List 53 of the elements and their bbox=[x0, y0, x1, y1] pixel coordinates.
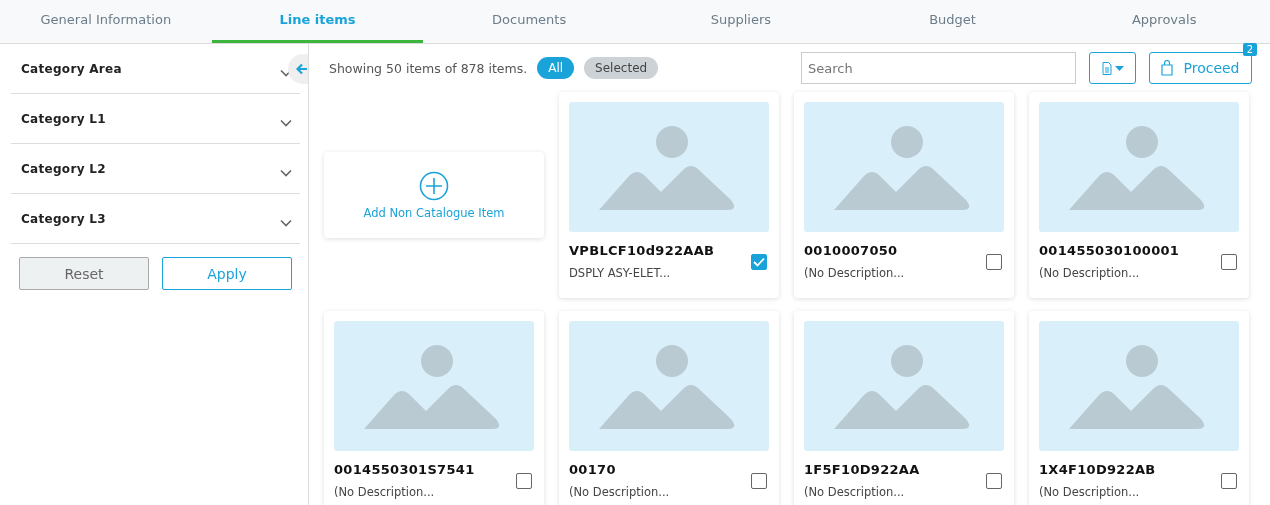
item-card[interactable]: 0010007050 (No Description... bbox=[794, 92, 1014, 298]
collapse-button[interactable] bbox=[288, 54, 308, 84]
checkbox[interactable] bbox=[986, 253, 1002, 270]
item-card[interactable]: 1X4F10D922AB (No Description... bbox=[1029, 311, 1249, 505]
chevron-down-icon[interactable] bbox=[280, 118, 292, 127]
item-code: 0014550301S7541 bbox=[334, 462, 475, 477]
item-card[interactable]: 0014550301S7541 (No Description... bbox=[324, 311, 544, 505]
item-code: 1X4F10D922AB bbox=[1039, 462, 1156, 477]
item-description: (No Description... bbox=[1039, 485, 1141, 499]
checkbox[interactable] bbox=[1221, 472, 1237, 489]
item-description: (No Description... bbox=[804, 266, 905, 280]
item-description: (No Description... bbox=[334, 485, 436, 499]
tab[interactable]: Budget bbox=[846, 0, 1059, 43]
caret-icon bbox=[1114, 65, 1124, 71]
filter-label[interactable]: Category Area bbox=[21, 61, 122, 76]
item-code: 1F5F10D922AA bbox=[804, 462, 920, 477]
tab[interactable]: Approvals bbox=[1058, 0, 1270, 43]
checkbox[interactable] bbox=[516, 472, 532, 489]
item-code: 001455030100001 bbox=[1039, 243, 1180, 258]
tab[interactable]: Documents bbox=[423, 0, 635, 43]
plus-circle-icon bbox=[419, 170, 449, 201]
filter-pill[interactable]: Selected bbox=[584, 57, 659, 79]
filter-label[interactable]: Category L2 bbox=[21, 161, 106, 176]
checkbox[interactable] bbox=[751, 472, 767, 489]
search-field[interactable]: Search bbox=[801, 52, 1076, 84]
checkbox[interactable] bbox=[1221, 253, 1237, 270]
item-card[interactable]: 1F5F10D922AA (No Description... bbox=[794, 311, 1014, 505]
item-card[interactable]: 001455030100001 (No Description... bbox=[1029, 92, 1249, 298]
tab[interactable]: General Information bbox=[0, 0, 212, 43]
item-code: 00170 bbox=[569, 462, 617, 477]
document-icon bbox=[1101, 61, 1112, 75]
arrow-left-icon bbox=[296, 63, 308, 75]
filter-label[interactable]: Category L1 bbox=[21, 111, 106, 126]
export-button[interactable] bbox=[1089, 52, 1136, 84]
item-count-text: Showing 50 items of 878 items. bbox=[329, 60, 528, 76]
item-description: (No Description... bbox=[1039, 266, 1141, 280]
filter-label[interactable]: Category L3 bbox=[21, 211, 106, 226]
tab[interactable]: Suppliers bbox=[635, 0, 847, 43]
reset-button[interactable]: Reset bbox=[19, 257, 149, 290]
chevron-down-icon[interactable] bbox=[280, 168, 292, 177]
chevron-down-icon[interactable] bbox=[280, 218, 292, 227]
count-badge: 2 bbox=[1242, 43, 1257, 56]
checkbox[interactable] bbox=[751, 253, 767, 270]
item-code: 0010007050 bbox=[804, 243, 899, 258]
item-description: (No Description... bbox=[804, 485, 906, 499]
shopping-bag-icon bbox=[1161, 60, 1174, 76]
item-card[interactable]: 00170 (No Description... bbox=[559, 311, 779, 505]
checkbox[interactable] bbox=[986, 472, 1002, 489]
add-item-label: Add Non Catalogue Item bbox=[363, 205, 505, 220]
item-description: DSPLY ASY-ELET... bbox=[569, 266, 672, 280]
item-card[interactable]: VPBLCF10d922AAB DSPLY ASY-ELET... bbox=[559, 92, 779, 298]
item-description: (No Description... bbox=[569, 485, 670, 499]
item-code: VPBLCF10d922AAB bbox=[569, 243, 715, 258]
